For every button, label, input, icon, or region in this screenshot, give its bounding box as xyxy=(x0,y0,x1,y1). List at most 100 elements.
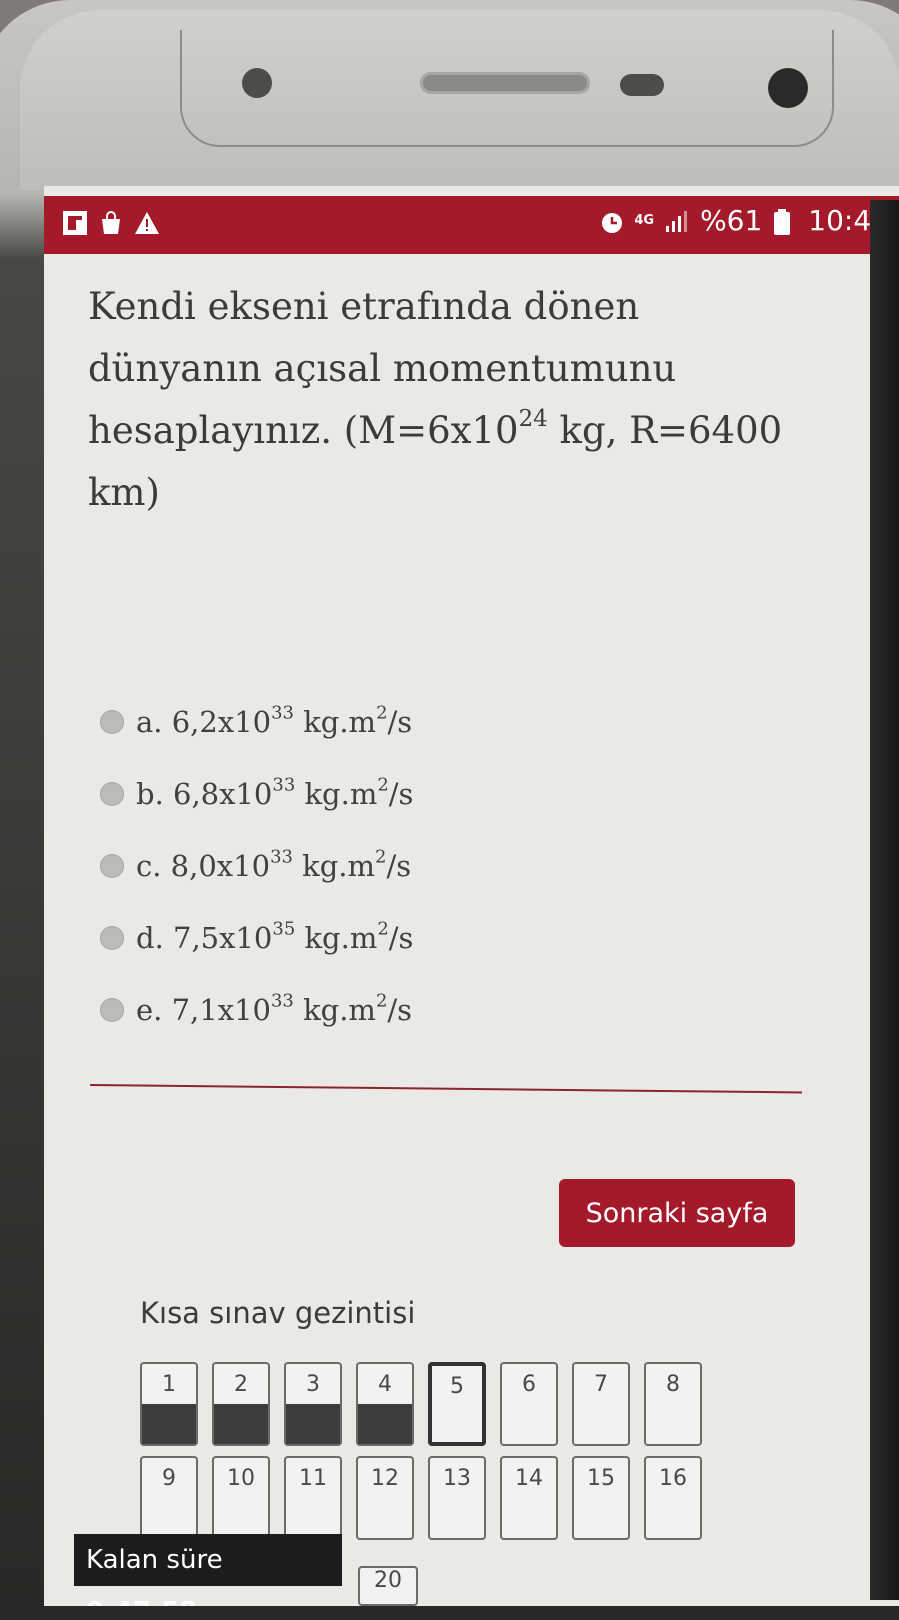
radio-button[interactable] xyxy=(100,998,124,1022)
question-line: Kendi ekseni etrafında dönen xyxy=(88,285,640,328)
nav-question-15[interactable]: 15 xyxy=(572,1456,630,1540)
option-unit: /s xyxy=(387,705,413,739)
exponent: 2 xyxy=(377,774,389,796)
proximity-sensor xyxy=(242,68,272,98)
question-line: dünyanın açısal momentumunu xyxy=(88,347,677,390)
nav-question-4[interactable]: 4 xyxy=(356,1362,414,1446)
nav-number: 13 xyxy=(443,1466,471,1491)
nav-question-2[interactable]: 2 xyxy=(212,1362,270,1446)
nav-number: 20 xyxy=(374,1568,402,1593)
radio-button[interactable] xyxy=(100,926,124,950)
battery-icon xyxy=(772,208,798,235)
nav-question-11[interactable]: 11 xyxy=(284,1456,342,1540)
option-unit: kg.m xyxy=(295,921,378,955)
option-value: b. 6,8x10 xyxy=(136,777,273,811)
exponent: 33 xyxy=(270,846,293,868)
option-unit: kg.m xyxy=(293,993,376,1027)
nav-question-20[interactable]: 20 xyxy=(358,1566,418,1606)
question-line: hesaplayınız. (M=6x1024 kg, R=6400 xyxy=(88,400,828,462)
nav-number: 1 xyxy=(162,1372,176,1397)
nav-number: 8 xyxy=(666,1372,680,1397)
timer-label: Kalan süre xyxy=(86,1545,223,1575)
nav-number: 4 xyxy=(378,1372,392,1397)
shopping-bag-icon xyxy=(98,210,124,236)
signal-icon xyxy=(664,208,690,234)
time-remaining: Kalan süre 0:47:58 xyxy=(74,1534,342,1606)
divider xyxy=(89,1084,802,1094)
exponent: 2 xyxy=(377,918,389,940)
option-label: e. 7,1x1033 kg.m2/s xyxy=(136,990,413,1027)
nav-number: 12 xyxy=(371,1466,399,1491)
quiz-navigation-title: Kısa sınav gezintisi xyxy=(140,1296,416,1330)
nav-question-16[interactable]: 16 xyxy=(644,1456,702,1540)
nav-question-10[interactable]: 10 xyxy=(212,1456,270,1540)
nav-question-1[interactable]: 1 xyxy=(140,1362,198,1446)
status-bar: 4G %61 10:42 xyxy=(44,196,899,254)
nav-row: 9 10 11 12 13 14 15 16 xyxy=(140,1456,702,1540)
option-value: d. 7,5x10 xyxy=(136,921,273,955)
nav-question-14[interactable]: 14 xyxy=(500,1456,558,1540)
question-text-part: kg, R=6400 xyxy=(547,409,783,452)
option-a[interactable]: a. 6,2x1033 kg.m2/s xyxy=(100,686,413,758)
nav-question-13[interactable]: 13 xyxy=(428,1456,486,1540)
option-unit: /s xyxy=(388,777,414,811)
option-value: e. 7,1x10 xyxy=(136,993,271,1027)
nav-number: 5 xyxy=(450,1374,464,1399)
option-unit: kg.m xyxy=(295,777,378,811)
question-line: km) xyxy=(88,471,160,514)
radio-button[interactable] xyxy=(100,710,124,734)
front-camera xyxy=(768,68,808,108)
earpiece-speaker xyxy=(420,72,590,94)
nav-question-7[interactable]: 7 xyxy=(572,1362,630,1446)
option-d[interactable]: d. 7,5x1035 kg.m2/s xyxy=(100,902,413,974)
flipboard-icon xyxy=(62,210,88,236)
nav-question-9[interactable]: 9 xyxy=(140,1456,198,1540)
network-type: 4G xyxy=(634,213,655,228)
exponent: 2 xyxy=(375,846,387,868)
answer-options: a. 6,2x1033 kg.m2/s b. 6,8x1033 kg.m2/s … xyxy=(100,686,413,1046)
exponent: 24 xyxy=(518,405,548,432)
exponent: 2 xyxy=(376,702,388,724)
nav-question-8[interactable]: 8 xyxy=(644,1362,702,1446)
phone-top-bezel xyxy=(20,10,899,190)
nav-number: 9 xyxy=(162,1466,176,1491)
option-unit: kg.m xyxy=(293,705,377,739)
option-unit: /s xyxy=(387,993,413,1027)
nav-number: 7 xyxy=(594,1372,608,1397)
exponent: 2 xyxy=(375,990,388,1012)
nav-question-12[interactable]: 12 xyxy=(356,1456,414,1540)
option-label: c. 8,0x1033 kg.m2/s xyxy=(136,846,412,883)
option-c[interactable]: c. 8,0x1033 kg.m2/s xyxy=(100,830,413,902)
question-text: Kendi ekseni etrafında dönen dünyanın aç… xyxy=(88,276,828,524)
option-value: c. 8,0x10 xyxy=(136,849,271,883)
nav-number: 10 xyxy=(227,1466,255,1491)
nav-question-5[interactable]: 5 xyxy=(428,1362,486,1446)
nav-question-3[interactable]: 3 xyxy=(284,1362,342,1446)
option-label: a. 6,2x1033 kg.m2/s xyxy=(136,702,413,739)
light-sensor xyxy=(620,74,664,96)
option-value: a. 6,2x10 xyxy=(136,705,272,739)
battery-percent: %61 xyxy=(700,204,763,237)
quiz-navigation-grid: 1 2 3 4 5 6 7 8 9 10 11 12 13 14 15 16 xyxy=(140,1362,702,1550)
nav-number: 15 xyxy=(587,1466,615,1491)
option-unit: /s xyxy=(386,849,412,883)
nav-number: 16 xyxy=(659,1466,687,1491)
option-b[interactable]: b. 6,8x1033 kg.m2/s xyxy=(100,758,413,830)
exponent: 35 xyxy=(272,918,296,940)
radio-button[interactable] xyxy=(100,782,124,806)
nav-number: 11 xyxy=(299,1466,327,1491)
option-unit: kg.m xyxy=(292,849,376,883)
option-e[interactable]: e. 7,1x1033 kg.m2/s xyxy=(100,974,413,1046)
nav-number: 6 xyxy=(522,1372,536,1397)
radio-button[interactable] xyxy=(100,854,124,878)
option-label: b. 6,8x1033 kg.m2/s xyxy=(136,774,414,811)
exponent: 33 xyxy=(272,774,296,796)
nav-question-6[interactable]: 6 xyxy=(500,1362,558,1446)
next-page-button[interactable]: Sonraki sayfa xyxy=(559,1179,795,1247)
nav-row: 1 2 3 4 5 6 7 8 xyxy=(140,1362,702,1446)
option-label: d. 7,5x1035 kg.m2/s xyxy=(136,918,413,955)
exponent: 33 xyxy=(271,702,294,724)
nav-number: 3 xyxy=(306,1372,320,1397)
question-text-part: hesaplayınız. (M=6x10 xyxy=(88,409,519,452)
nav-number: 2 xyxy=(234,1372,248,1397)
